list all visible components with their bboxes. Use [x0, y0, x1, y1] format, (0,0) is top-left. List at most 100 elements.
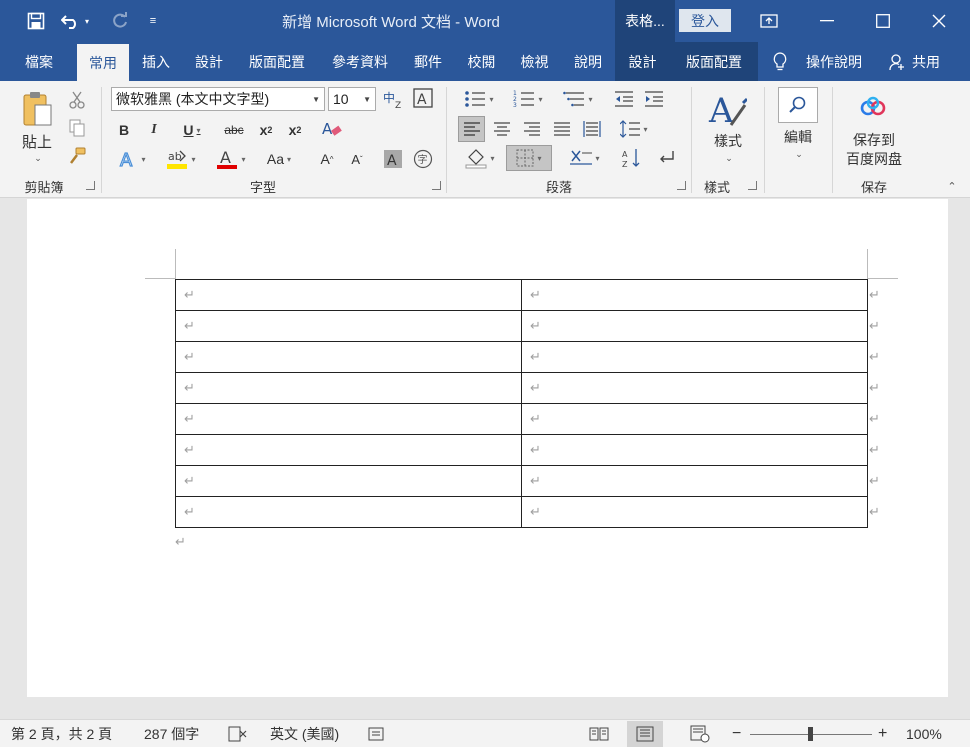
table-cell[interactable]: ↵ [175, 465, 522, 497]
maximize-icon[interactable] [854, 0, 912, 42]
collapse-ribbon-icon[interactable]: ⌃ [942, 179, 962, 193]
tab-file[interactable]: 檔案 [10, 42, 68, 81]
phonetic-guide-icon[interactable]: 中Z [382, 87, 406, 111]
font-size-dropdown-icon[interactable]: ▼ [363, 95, 371, 104]
shrink-font-icon[interactable]: Aˇ [346, 147, 368, 171]
align-left-icon[interactable] [458, 116, 485, 142]
editing-dropdown-icon[interactable]: ⌄ [792, 147, 806, 161]
table-cell[interactable]: ↵ [521, 341, 868, 373]
numbering-icon[interactable]: 123 ▾ [506, 87, 550, 111]
table-cell[interactable]: ↵ [175, 341, 522, 373]
align-center-icon[interactable] [490, 117, 514, 141]
underline-icon[interactable]: U ▾ [174, 119, 210, 141]
table-cell[interactable]: ↵ [175, 496, 522, 528]
shading-bucket-icon[interactable]: ▾ [458, 145, 502, 171]
copy-icon[interactable] [66, 117, 88, 139]
minimize-icon[interactable] [798, 0, 856, 42]
subscript-icon[interactable]: x2 [254, 119, 278, 141]
paste-button-label[interactable]: 貼上 [14, 131, 60, 151]
save-to-baidu-label-2[interactable]: 百度网盘 [838, 150, 910, 168]
share-button[interactable]: 共用 [908, 42, 944, 81]
show-formatting-marks-icon[interactable] [654, 145, 678, 171]
print-layout-icon[interactable] [627, 721, 663, 747]
tab-help[interactable]: 說明 [561, 42, 615, 81]
read-mode-icon[interactable] [581, 721, 617, 747]
strikethrough-icon[interactable]: abc [220, 119, 248, 141]
character-border-icon[interactable]: A [412, 87, 434, 109]
decrease-indent-icon[interactable] [612, 87, 636, 111]
line-spacing-icon[interactable]: ▾ [612, 117, 656, 141]
document-table[interactable]: ↵ ↵ ↵ ↵ ↵ ↵ ↵ ↵ ↵ ↵ ↵ ↵ ↵ ↵ ↵ ↵ [175, 279, 868, 528]
paste-clipboard-icon[interactable] [14, 87, 60, 131]
table-cell[interactable]: ↵ [521, 372, 868, 404]
text-effects-icon[interactable]: A ▾ [112, 147, 152, 171]
sort-icon[interactable]: AZ [620, 145, 644, 171]
table-cell[interactable]: ↵ [175, 403, 522, 435]
font-name-dropdown-icon[interactable]: ▼ [312, 95, 320, 104]
close-icon[interactable] [910, 0, 968, 42]
enclose-characters-icon[interactable]: 字 [412, 147, 434, 171]
clipboard-launcher-icon[interactable] [86, 181, 95, 190]
font-name-combo[interactable]: 微软雅黑 (本文中文字型) ▼ [111, 87, 325, 111]
zoom-level[interactable]: 100% [906, 720, 942, 747]
grow-font-icon[interactable]: A ^ [316, 147, 338, 171]
table-cell[interactable]: ↵ [521, 496, 868, 528]
proofing-icon[interactable] [228, 720, 248, 747]
table-cell[interactable]: ↵ [175, 434, 522, 466]
baidu-netdisk-cloud-icon[interactable] [856, 93, 890, 123]
tab-review[interactable]: 校閱 [455, 42, 508, 81]
table-cell[interactable]: ↵ [175, 372, 522, 404]
web-layout-icon[interactable] [682, 721, 718, 747]
document-page[interactable]: ↵ ↵ ↵ ↵ ↵ ↵ ↵ ↵ ↵ ↵ ↵ ↵ ↵ ↵ ↵ ↵ ↵ ↵ ↵ ↵ ↵ ↵ ↵ ↵ ↵ [27, 199, 948, 697]
increase-indent-icon[interactable] [642, 87, 666, 111]
zoom-out-button[interactable]: − [732, 720, 741, 747]
page-count[interactable]: 第 2 頁，共 2 頁 [11, 720, 112, 747]
tab-insert[interactable]: 插入 [130, 42, 182, 81]
save-to-baidu-label-1[interactable]: 保存到 [842, 131, 906, 149]
italic-icon[interactable]: I [144, 119, 164, 141]
share-person-icon[interactable] [886, 42, 908, 81]
tab-design[interactable]: 設計 [183, 42, 235, 81]
font-size-combo[interactable]: 10 ▼ [328, 87, 376, 111]
superscript-icon[interactable]: x2 [283, 119, 307, 141]
table-cell[interactable]: ↵ [521, 434, 868, 466]
tab-view[interactable]: 檢視 [508, 42, 561, 81]
clear-formatting-icon[interactable]: A [318, 117, 346, 141]
table-cell[interactable]: ↵ [521, 465, 868, 497]
format-painter-icon[interactable] [66, 145, 88, 167]
find-magnifier-icon[interactable] [778, 87, 818, 123]
ribbon-display-options-icon[interactable] [740, 0, 798, 42]
zoom-slider-thumb[interactable] [808, 727, 813, 741]
tab-references[interactable]: 參考資料 [320, 42, 400, 81]
styles-button-label[interactable]: 樣式 [704, 131, 752, 151]
align-right-icon[interactable] [520, 117, 544, 141]
styles-dropdown-icon[interactable]: ⌄ [722, 151, 736, 165]
editing-button-label[interactable]: 編輯 [774, 127, 822, 147]
borders-icon[interactable]: ▾ [506, 145, 552, 171]
language-indicator[interactable]: 英文 (美國) [270, 720, 339, 747]
cut-scissors-icon[interactable] [66, 89, 88, 111]
zoom-in-button[interactable]: + [878, 720, 887, 747]
bold-icon[interactable]: B [114, 119, 134, 141]
table-cell[interactable]: ↵ [175, 279, 522, 311]
styles-launcher-icon[interactable] [748, 181, 757, 190]
word-count[interactable]: 287 個字 [144, 720, 199, 747]
tell-me-search[interactable]: 操作說明 [796, 42, 872, 81]
table-cell[interactable]: ↵ [521, 279, 868, 311]
change-case-icon[interactable]: Aa ▾ [258, 147, 300, 171]
tab-home[interactable]: 常用 [77, 44, 129, 81]
sign-in-button[interactable]: 登入 [679, 9, 731, 32]
highlight-color-icon[interactable]: ab ▾ [160, 147, 202, 171]
table-cell[interactable]: ↵ [175, 310, 522, 342]
paragraph-launcher-icon[interactable] [677, 181, 686, 190]
bullets-icon[interactable]: ▾ [458, 87, 500, 111]
character-shading-icon[interactable]: A [382, 147, 404, 171]
tab-table-design[interactable]: 設計 [615, 42, 670, 81]
multilevel-list-icon[interactable]: ▾ [556, 87, 600, 111]
distributed-icon[interactable] [580, 117, 604, 141]
tab-layout[interactable]: 版面配置 [236, 42, 318, 81]
asian-layout-icon[interactable]: ▾ [564, 145, 606, 171]
table-cell[interactable]: ↵ [521, 310, 868, 342]
table-cell[interactable]: ↵ [521, 403, 868, 435]
justify-icon[interactable] [550, 117, 574, 141]
